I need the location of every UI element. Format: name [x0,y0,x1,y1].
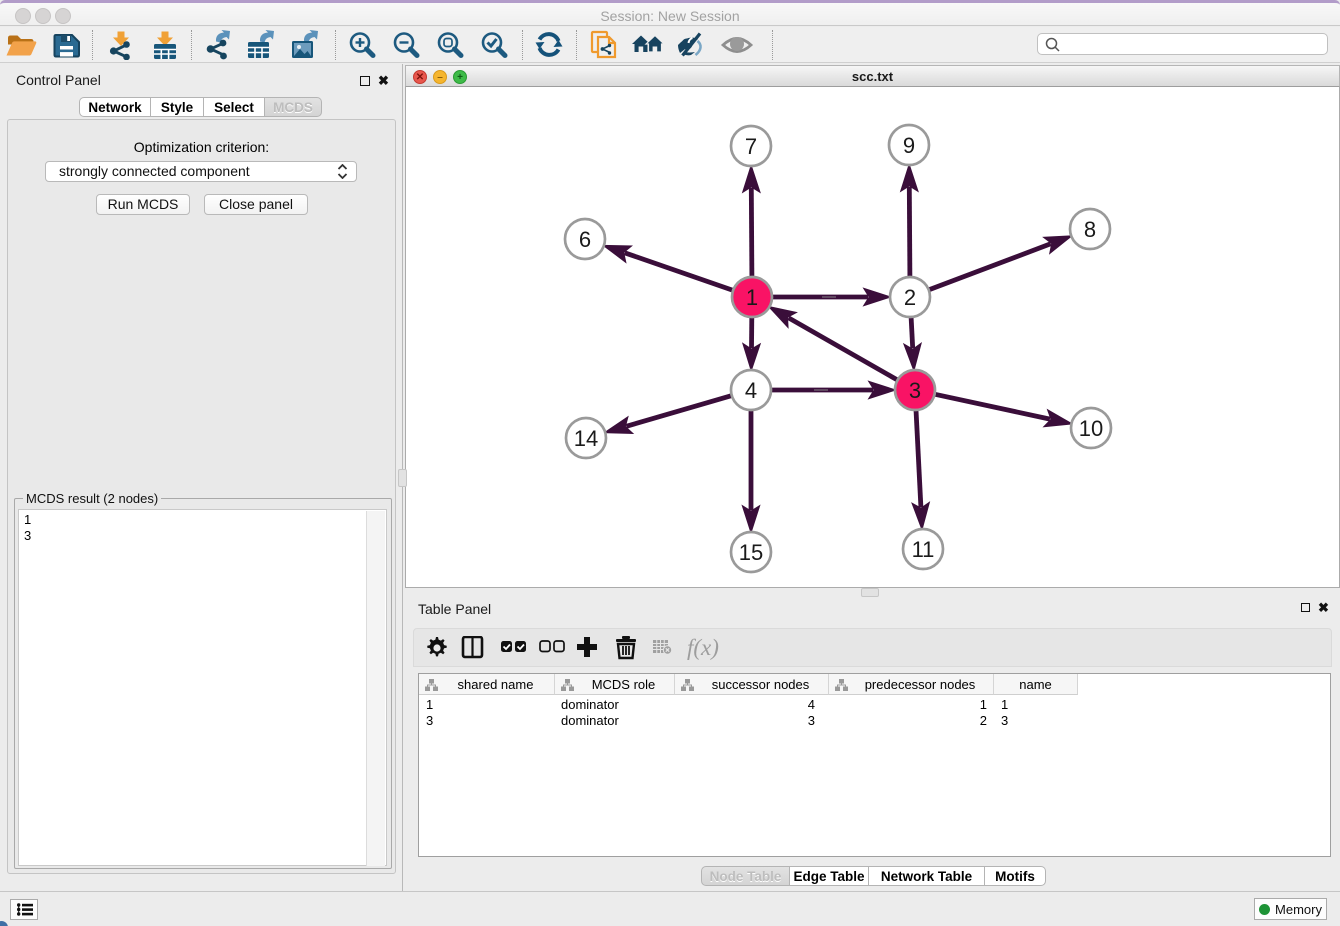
svg-text:11: 11 [912,537,935,562]
svg-text:8: 8 [1084,217,1096,242]
svg-text:15: 15 [739,540,763,565]
svg-text:10: 10 [1079,416,1103,441]
svg-text:14: 14 [574,426,598,451]
svg-text:6: 6 [579,227,591,252]
svg-text:3: 3 [909,378,921,403]
svg-text:1: 1 [746,285,758,310]
svg-text:4: 4 [745,378,757,403]
svg-text:7: 7 [745,134,757,159]
svg-text:f(x): f(x) [687,636,719,660]
svg-text:2: 2 [904,285,916,310]
svg-text:9: 9 [903,133,915,158]
